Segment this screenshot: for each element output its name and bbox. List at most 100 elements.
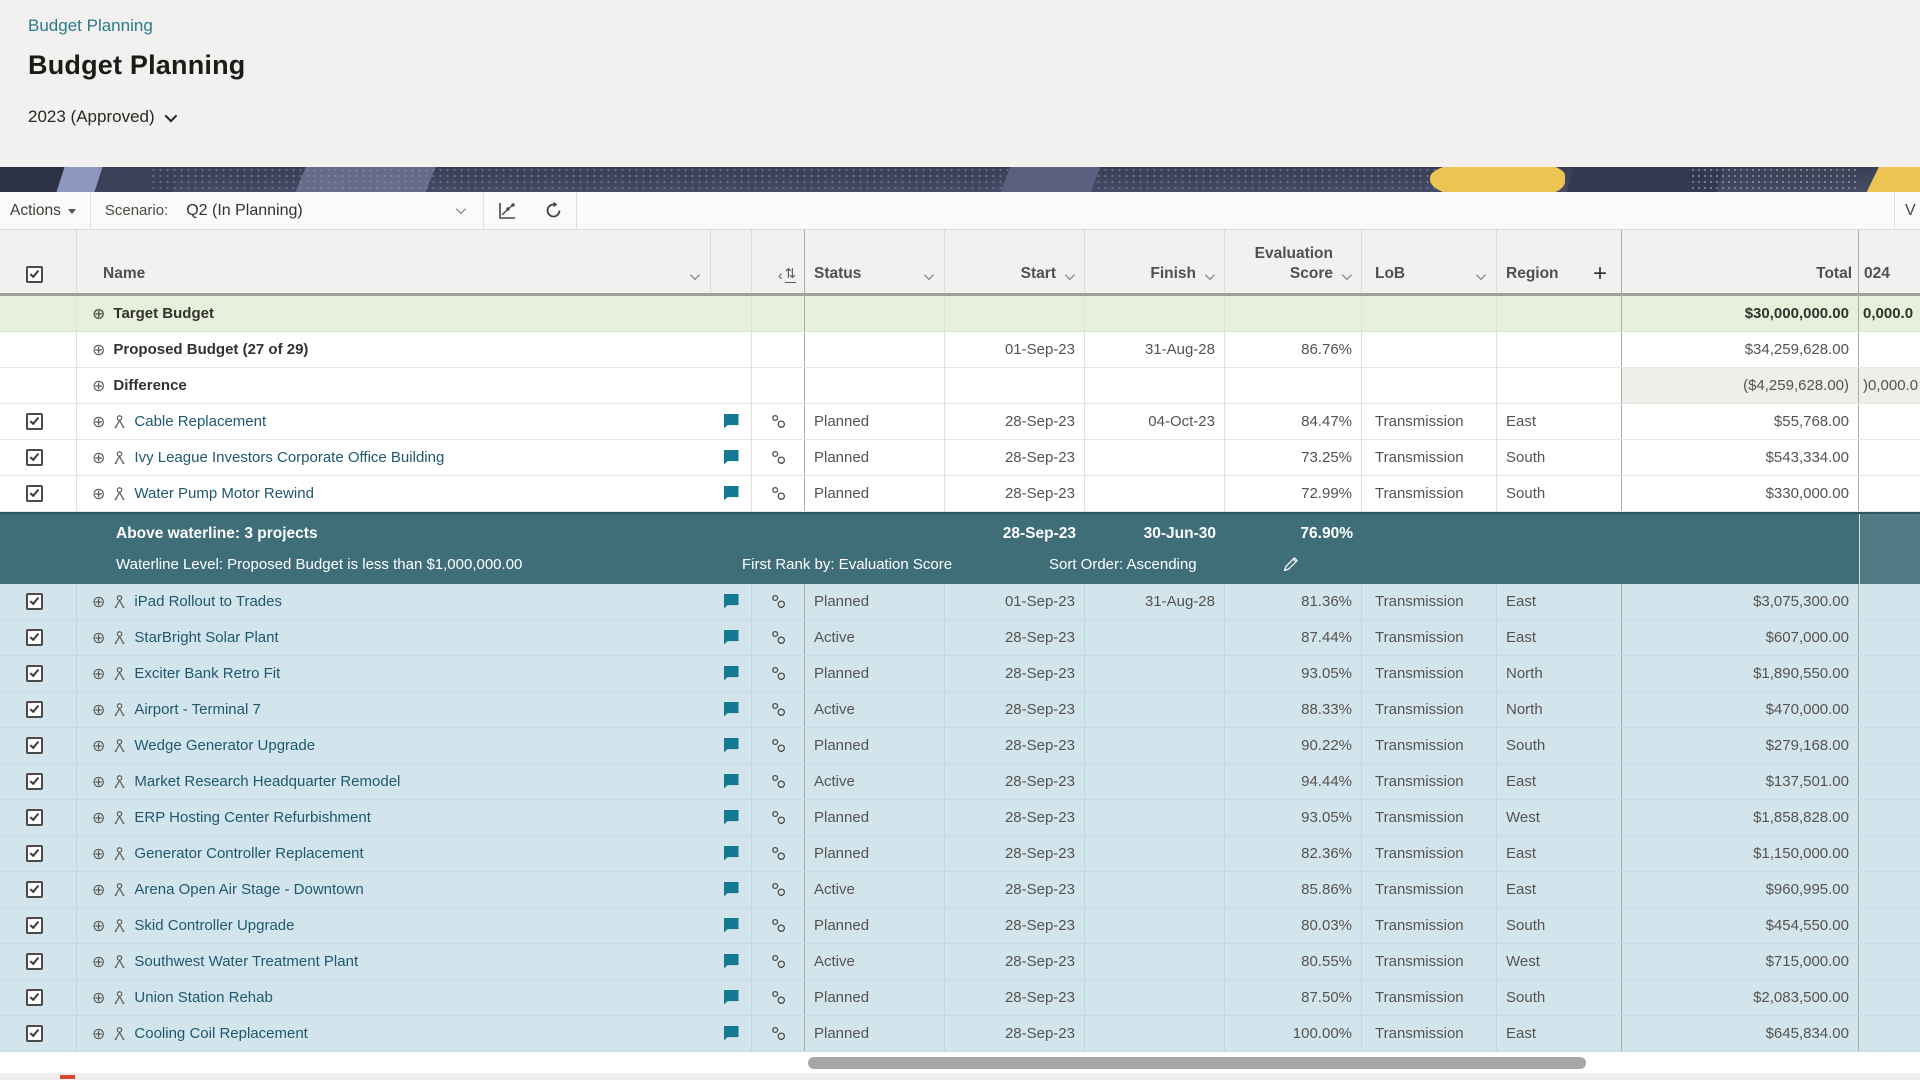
- project-name-link[interactable]: Cooling Coil Replacement: [134, 1025, 307, 1042]
- expand-icon[interactable]: ⊕: [92, 306, 105, 322]
- linked-items-icon[interactable]: [770, 953, 787, 970]
- column-header-total[interactable]: Total: [1622, 230, 1859, 293]
- expand-icon[interactable]: ⊕: [92, 774, 105, 790]
- view-button-partial[interactable]: V: [1894, 192, 1920, 229]
- edit-waterline-button[interactable]: [1282, 556, 1299, 577]
- project-name-link[interactable]: Market Research Headquarter Remodel: [134, 773, 400, 790]
- row-checkbox[interactable]: [26, 845, 43, 862]
- linked-items-icon[interactable]: [770, 449, 787, 466]
- linked-items-icon[interactable]: [770, 773, 787, 790]
- expand-icon[interactable]: ⊕: [92, 666, 105, 682]
- column-header-name[interactable]: Name: [77, 230, 711, 293]
- comment-flag-icon[interactable]: [724, 594, 739, 609]
- chevron-down-icon[interactable]: [924, 270, 934, 280]
- actions-menu-button[interactable]: Actions: [0, 192, 90, 229]
- scenario-select[interactable]: Scenario: Q2 (In Planning): [91, 192, 483, 229]
- comment-flag-icon[interactable]: [724, 774, 739, 789]
- expand-icon[interactable]: ⊕: [92, 594, 105, 610]
- collapse-sort-icon[interactable]: ‹⇅: [778, 267, 796, 283]
- row-checkbox[interactable]: [26, 665, 43, 682]
- row-checkbox[interactable]: [26, 953, 43, 970]
- expand-icon[interactable]: ⊕: [92, 630, 105, 646]
- period-selector[interactable]: 2023 (Approved): [28, 107, 174, 127]
- expand-icon[interactable]: ⊕: [92, 342, 105, 358]
- project-name-link[interactable]: Arena Open Air Stage - Downtown: [134, 881, 363, 898]
- comment-flag-icon[interactable]: [724, 702, 739, 717]
- chevron-down-icon[interactable]: [1476, 270, 1486, 280]
- project-name-link[interactable]: Generator Controller Replacement: [134, 845, 363, 862]
- comment-flag-icon[interactable]: [724, 486, 739, 501]
- row-checkbox[interactable]: [26, 629, 43, 646]
- project-name-link[interactable]: Water Pump Motor Rewind: [134, 485, 314, 502]
- linked-items-icon[interactable]: [770, 629, 787, 646]
- project-name-link[interactable]: Union Station Rehab: [134, 989, 272, 1006]
- column-header-region[interactable]: Region +: [1497, 230, 1622, 293]
- expand-icon[interactable]: ⊕: [92, 702, 105, 718]
- project-name-link[interactable]: Cable Replacement: [134, 413, 266, 430]
- comment-flag-icon[interactable]: [724, 450, 739, 465]
- expand-icon[interactable]: ⊕: [92, 450, 105, 466]
- chevron-down-icon[interactable]: [690, 270, 700, 280]
- row-checkbox[interactable]: [26, 485, 43, 502]
- horizontal-scrollbar[interactable]: [808, 1057, 1586, 1069]
- expand-icon[interactable]: ⊕: [92, 486, 105, 502]
- linked-items-icon[interactable]: [770, 737, 787, 754]
- chevron-down-icon[interactable]: [1342, 270, 1352, 280]
- row-checkbox[interactable]: [26, 1025, 43, 1042]
- project-name-link[interactable]: ERP Hosting Center Refurbishment: [134, 809, 371, 826]
- linked-items-icon[interactable]: [770, 845, 787, 862]
- comment-flag-icon[interactable]: [724, 846, 739, 861]
- expand-icon[interactable]: ⊕: [92, 882, 105, 898]
- row-checkbox[interactable]: [26, 989, 43, 1006]
- row-checkbox[interactable]: [26, 449, 43, 466]
- row-checkbox[interactable]: [26, 701, 43, 718]
- linked-items-icon[interactable]: [770, 413, 787, 430]
- linked-items-icon[interactable]: [770, 809, 787, 826]
- expand-icon[interactable]: ⊕: [92, 918, 105, 934]
- column-header-evaluation-score[interactable]: Evaluation Score: [1225, 230, 1362, 293]
- project-name-link[interactable]: Skid Controller Upgrade: [134, 917, 294, 934]
- refresh-button[interactable]: [530, 192, 576, 229]
- column-header-status[interactable]: Status: [805, 230, 945, 293]
- column-header-sort[interactable]: ‹⇅: [752, 230, 805, 293]
- waterline-chart-button[interactable]: [484, 192, 530, 229]
- expand-icon[interactable]: ⊕: [92, 414, 105, 430]
- project-name-link[interactable]: Southwest Water Treatment Plant: [134, 953, 358, 970]
- comment-flag-icon[interactable]: [724, 666, 739, 681]
- chevron-down-icon[interactable]: [1065, 270, 1075, 280]
- row-checkbox[interactable]: [26, 881, 43, 898]
- comment-flag-icon[interactable]: [724, 918, 739, 933]
- comment-flag-icon[interactable]: [724, 414, 739, 429]
- linked-items-icon[interactable]: [770, 917, 787, 934]
- linked-items-icon[interactable]: [770, 989, 787, 1006]
- row-checkbox[interactable]: [26, 413, 43, 430]
- row-checkbox[interactable]: [26, 809, 43, 826]
- project-name-link[interactable]: Ivy League Investors Corporate Office Bu…: [134, 449, 444, 466]
- expand-icon[interactable]: ⊕: [92, 738, 105, 754]
- project-name-link[interactable]: Airport - Terminal 7: [134, 701, 260, 718]
- row-checkbox[interactable]: [26, 593, 43, 610]
- expand-icon[interactable]: ⊕: [92, 1026, 105, 1042]
- linked-items-icon[interactable]: [770, 485, 787, 502]
- column-header-2024-partial[interactable]: 024: [1859, 230, 1920, 293]
- linked-items-icon[interactable]: [770, 665, 787, 682]
- comment-flag-icon[interactable]: [724, 990, 739, 1005]
- chevron-down-icon[interactable]: [1205, 270, 1215, 280]
- row-checkbox[interactable]: [26, 737, 43, 754]
- column-header-finish[interactable]: Finish: [1085, 230, 1225, 293]
- project-name-link[interactable]: iPad Rollout to Trades: [134, 593, 282, 610]
- select-all-checkbox[interactable]: [26, 266, 43, 283]
- expand-icon[interactable]: ⊕: [92, 378, 105, 394]
- comment-flag-icon[interactable]: [724, 738, 739, 753]
- project-name-link[interactable]: StarBright Solar Plant: [134, 629, 278, 646]
- expand-icon[interactable]: ⊕: [92, 846, 105, 862]
- comment-flag-icon[interactable]: [724, 954, 739, 969]
- comment-flag-icon[interactable]: [724, 810, 739, 825]
- expand-icon[interactable]: ⊕: [92, 990, 105, 1006]
- project-name-link[interactable]: Exciter Bank Retro Fit: [134, 665, 280, 682]
- comment-flag-icon[interactable]: [724, 882, 739, 897]
- linked-items-icon[interactable]: [770, 593, 787, 610]
- expand-icon[interactable]: ⊕: [92, 810, 105, 826]
- linked-items-icon[interactable]: [770, 701, 787, 718]
- project-name-link[interactable]: Wedge Generator Upgrade: [134, 737, 315, 754]
